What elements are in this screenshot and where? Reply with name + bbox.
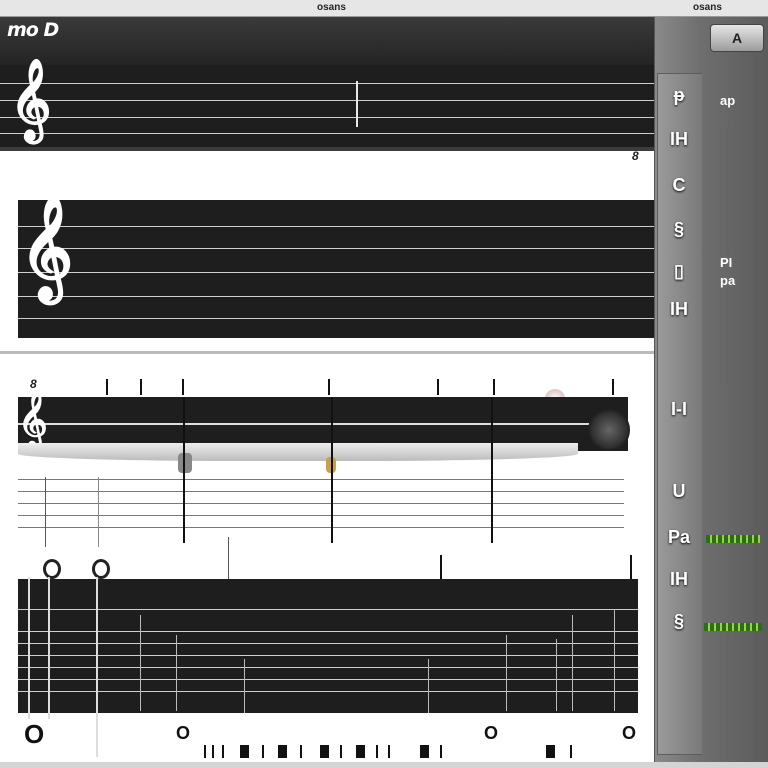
staff-system-5[interactable] bbox=[18, 579, 638, 713]
side-label-3: pa bbox=[720, 273, 736, 288]
staff-system-2[interactable]: 𝄞 bbox=[18, 194, 654, 338]
treble-clef-icon: 𝄞 bbox=[10, 57, 52, 140]
tool-button-rest[interactable]: ▯ bbox=[655, 261, 703, 282]
staff-system-1[interactable]: 𝄞 bbox=[0, 57, 654, 149]
note-head[interactable] bbox=[92, 559, 110, 579]
treble-clef-icon: 𝄞 bbox=[20, 194, 74, 300]
play-knob-button[interactable] bbox=[588, 409, 630, 451]
level-meter bbox=[706, 535, 760, 543]
tool-button-segno[interactable]: § bbox=[655, 219, 703, 240]
tool-button-accidental[interactable]: ᵽ bbox=[655, 85, 703, 106]
top-menu-bar: osans osans bbox=[0, 0, 768, 17]
timeline-ruler[interactable] bbox=[0, 741, 654, 762]
tool-button-segno-2[interactable]: § bbox=[655, 611, 703, 632]
note-head[interactable] bbox=[43, 559, 61, 579]
tool-button-bar[interactable]: IH bbox=[655, 129, 703, 150]
level-meter bbox=[704, 623, 762, 631]
tool-button-u[interactable]: U bbox=[655, 481, 703, 502]
tool-button-pa[interactable]: Pa bbox=[655, 527, 703, 548]
tool-button-repeat[interactable]: IH bbox=[655, 299, 703, 320]
side-label-1: ap bbox=[720, 93, 736, 108]
top-bar-center-text: osans bbox=[317, 2, 346, 13]
side-panel: A ap PI pa bbox=[702, 17, 768, 762]
slider-handle[interactable] bbox=[178, 453, 192, 473]
tool-button-coda[interactable]: C bbox=[655, 175, 703, 196]
tool-rail: ᵽ IH C § ▯ IH I-I U Pa IH § bbox=[654, 17, 703, 762]
top-bar-right-text: osans bbox=[693, 2, 722, 13]
side-label-2: PI bbox=[720, 255, 733, 270]
tool-button-beam[interactable]: I-I bbox=[655, 399, 703, 420]
score-view[interactable]: mo D 𝄞 8 𝄞 8 𝄞 O O O O bbox=[0, 17, 655, 762]
treble-clef-icon: 𝄞 bbox=[18, 389, 48, 448]
window-title-bar: mo D bbox=[0, 17, 654, 65]
barline bbox=[356, 81, 358, 127]
window-title: mo D bbox=[7, 19, 59, 41]
staff-system-4[interactable] bbox=[18, 473, 624, 539]
page-marker: 8 bbox=[632, 149, 639, 163]
mode-chip-button[interactable]: A bbox=[710, 24, 764, 52]
tool-button-bar-2[interactable]: IH bbox=[655, 569, 703, 590]
